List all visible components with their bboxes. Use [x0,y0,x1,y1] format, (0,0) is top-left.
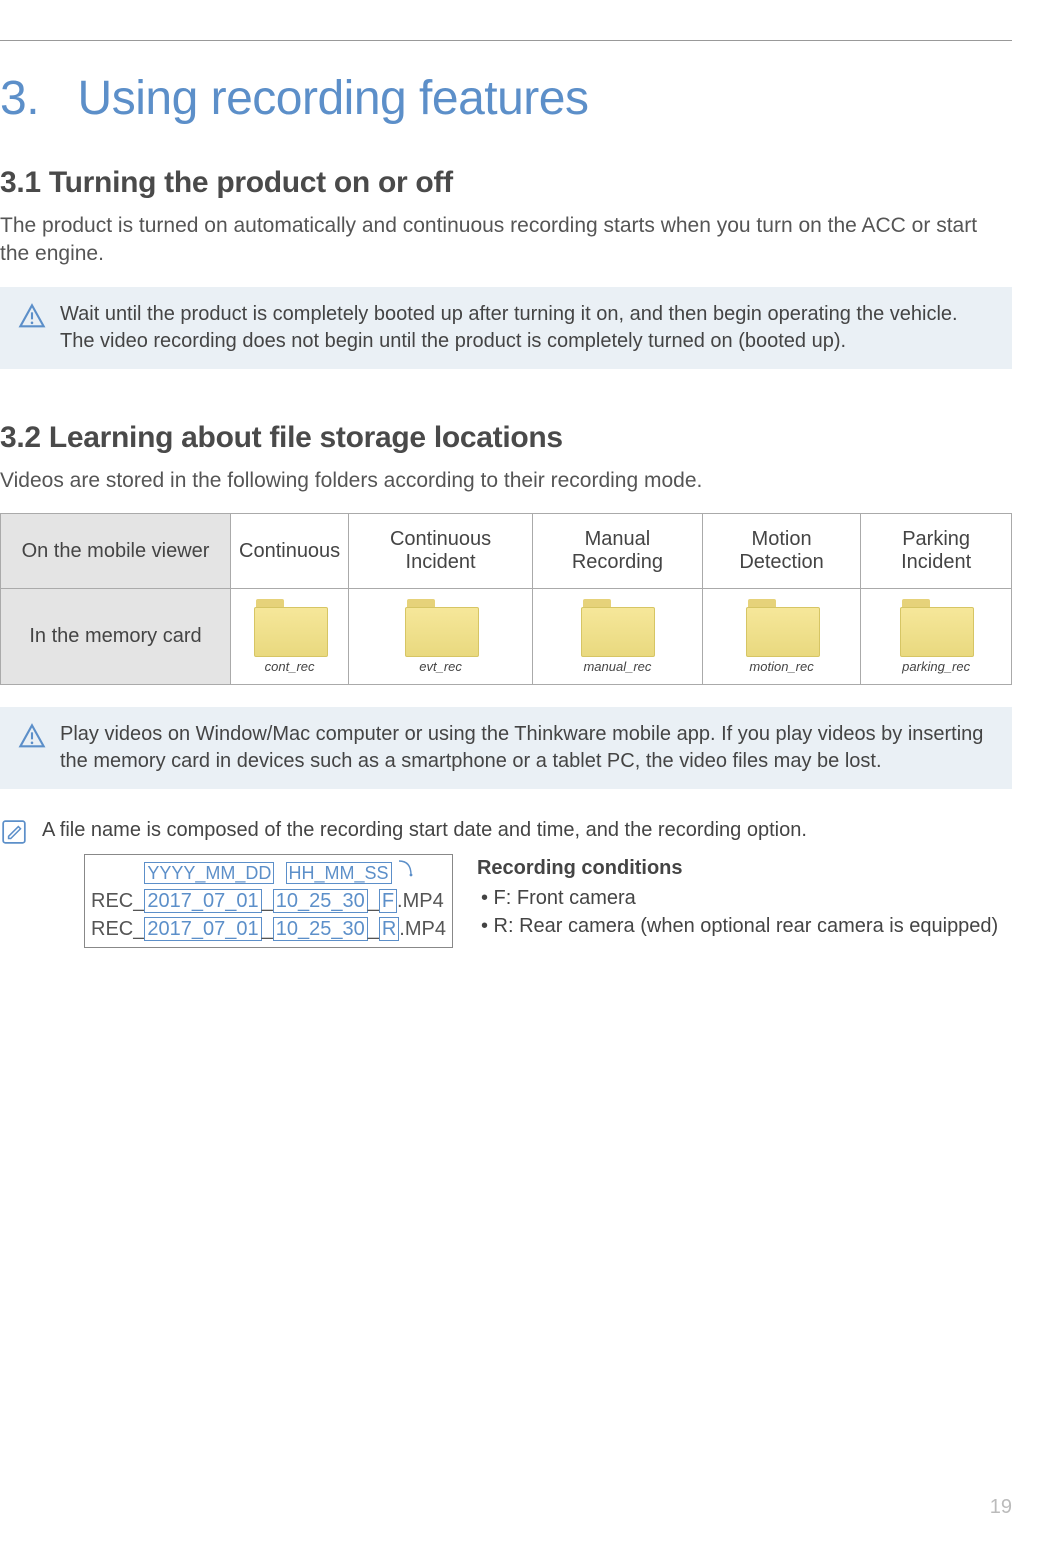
chapter-number: 3. [0,72,39,125]
filename-example: REC_YYYY_MM_DD_HH_MM_SS REC_2017_07_01_1… [84,854,1012,948]
filename-sep: _ [262,887,273,915]
page-number: 19 [990,1496,1012,1519]
folder-icon [746,599,818,655]
section-3-2-heading: 3.2 Learning about file storage location… [0,421,1012,455]
warning-icon [18,303,46,331]
warning-callout-1: Wait until the product is completely boo… [0,287,1012,369]
condition-item: • R: Rear camera (when optional rear cam… [477,912,998,940]
folder-icon [254,599,326,655]
table-cell: Manual Recording [532,514,702,589]
note-icon [0,819,28,845]
format-date-label: YYYY_MM_DD [144,862,274,884]
filename-option: F [379,889,397,913]
folder-parking-rec: parking_rec [900,599,972,674]
folder-label: motion_rec [749,659,813,674]
chapter-title: Using recording features [78,72,589,125]
warning-icon [18,723,46,751]
table-cell: Motion Detection [702,514,860,589]
conditions-title: Recording conditions [477,854,998,882]
table-cell: motion_rec [702,589,860,685]
folder-cont-rec: cont_rec [254,599,326,674]
filename-ext: .MP4 [397,887,444,915]
filename-row-1: REC_2017_07_01_10_25_30_F.MP4 [91,887,446,915]
folder-label: manual_rec [583,659,651,674]
filename-ext: .MP4 [399,915,446,943]
filename-time: 10_25_30 [273,889,368,913]
section-3-1-heading: 3.1 Turning the product on or off [0,166,1012,200]
filename-prefix: REC_ [91,887,144,915]
filename-sep: _ [262,915,273,943]
warning-2-text: Play videos on Window/Mac computer or us… [60,721,994,775]
filename-date: 2017_07_01 [144,917,261,941]
filename-sep: _ [368,915,379,943]
folder-manual-rec: manual_rec [581,599,653,674]
storage-table: On the mobile viewer Continuous Continuo… [0,513,1012,685]
folder-label: cont_rec [265,659,315,674]
folder-icon [900,599,972,655]
table-cell: cont_rec [231,589,349,685]
row-header-viewer: On the mobile viewer [1,514,231,589]
filename-option: R [379,917,399,941]
filename-sep: _ [368,887,379,915]
note-callout: A file name is composed of the recording… [0,803,1012,962]
table-cell: parking_rec [861,589,1012,685]
folder-evt-rec: evt_rec [405,599,477,674]
filename-prefix: REC_ [91,915,144,943]
filename-date: 2017_07_01 [144,889,261,913]
recording-conditions: Recording conditions • F: Front camera •… [477,854,998,940]
chapter-heading: 3. Using recording features [0,71,1012,126]
folder-icon [405,599,477,655]
folder-icon [581,599,653,655]
table-row: On the mobile viewer Continuous Continuo… [1,514,1012,589]
filename-row-2: REC_2017_07_01_10_25_30_R.MP4 [91,915,446,943]
warning-1-text: Wait until the product is completely boo… [60,301,994,355]
section-3-2-body: Videos are stored in the following folde… [0,467,1012,495]
curve-arrow-icon [397,859,413,877]
format-time-label: HH_MM_SS [286,862,392,884]
filename-table: REC_YYYY_MM_DD_HH_MM_SS REC_2017_07_01_1… [84,854,453,948]
condition-item: • F: Front camera [477,884,998,912]
table-row: In the memory card cont_rec evt_rec manu… [1,589,1012,685]
folder-label: evt_rec [419,659,462,674]
folder-label: parking_rec [902,659,970,674]
filename-time: 10_25_30 [273,917,368,941]
table-cell: Continuous Incident [349,514,533,589]
table-cell: Parking Incident [861,514,1012,589]
folder-motion-rec: motion_rec [746,599,818,674]
filename-format-row: REC_YYYY_MM_DD_HH_MM_SS [91,859,446,887]
top-rule [0,40,1012,41]
note-intro: A file name is composed of the recording… [42,817,1012,844]
warning-callout-2: Play videos on Window/Mac computer or us… [0,707,1012,789]
table-cell: evt_rec [349,589,533,685]
section-3-1-body: The product is turned on automatically a… [0,212,1012,269]
row-header-memory: In the memory card [1,589,231,685]
table-cell: manual_rec [532,589,702,685]
table-cell: Continuous [231,514,349,589]
